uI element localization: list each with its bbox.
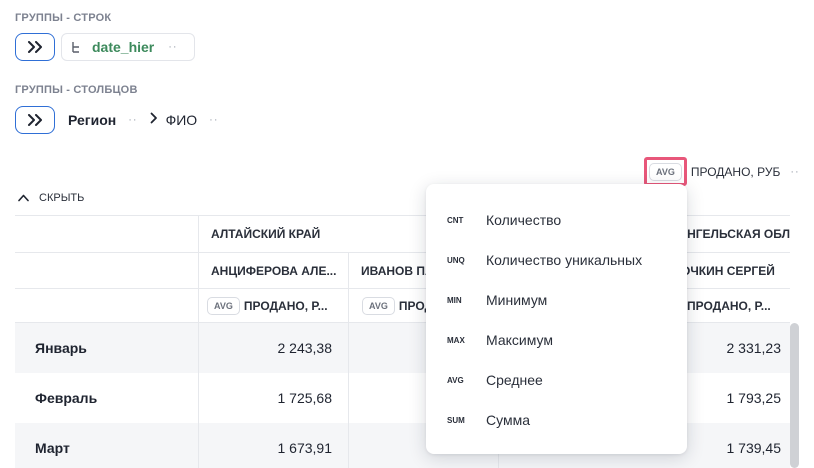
measure-header-3: ПРОДАНО, Р...	[675, 289, 790, 322]
drag-handle-icon[interactable]: ··	[209, 114, 218, 126]
hide-toggle[interactable]: СКРЫТЬ	[18, 192, 84, 204]
agg-badge-highlight[interactable]: AVG	[644, 157, 687, 186]
agg-badge[interactable]: AVG	[649, 163, 682, 181]
row-group-chip[interactable]: date_hier ··	[61, 33, 195, 61]
agg-menu-item-unq[interactable]: UNQ Количество уникальных	[426, 240, 687, 280]
cell-value: 2 243,38	[277, 340, 333, 356]
cell-value: 1 673,91	[277, 440, 333, 456]
agg-label: Количество	[486, 212, 562, 228]
agg-label: Среднее	[486, 372, 543, 388]
measure-header-label: ПРОДАНО, Р...	[687, 298, 771, 313]
double-chevron-right-icon	[28, 114, 42, 126]
column-level-region[interactable]: Регион	[68, 112, 116, 128]
agg-badge[interactable]: AVG	[207, 296, 240, 315]
chevron-up-icon	[18, 194, 29, 202]
cell-value: 1 725,68	[277, 390, 333, 406]
cell-value: 1 739,45	[726, 440, 782, 456]
column-group-levels: Регион ·· ФИО ··	[68, 109, 231, 131]
row-label[interactable]: Январь	[35, 323, 87, 373]
measure-header-1: AVG ПРОДАНО, Р...	[198, 289, 348, 322]
hierarchy-icon	[72, 42, 79, 53]
agg-label: Минимум	[486, 292, 548, 308]
region-header-next[interactable]: АНГЕЛЬСКАЯ ОБЛ	[675, 215, 790, 252]
column-groups-expand-button[interactable]	[15, 106, 55, 134]
agg-menu-item-max[interactable]: MAX Максимум	[426, 320, 687, 360]
vertical-scrollbar[interactable]	[790, 323, 799, 468]
column-groups-label: ГРУППЫ - СТОЛБЦОВ	[15, 84, 138, 96]
person-header-1[interactable]: АНЦИФЕРОВА АЛЕ...	[198, 253, 348, 288]
agg-code: CNT	[447, 215, 464, 225]
drag-handle-icon[interactable]: ··	[168, 41, 177, 53]
drag-handle-icon[interactable]: ··	[128, 114, 137, 126]
person-header-3[interactable]: ОЧКИН СЕРГЕЙ	[675, 253, 790, 288]
cell-value: 2 331,23	[726, 340, 782, 356]
column-divider	[198, 323, 199, 468]
agg-code: SUM	[447, 415, 465, 425]
cell-value: 1 793,25	[726, 390, 782, 406]
drag-handle-icon[interactable]: ··	[790, 166, 799, 178]
agg-code: MIN	[447, 295, 462, 305]
agg-menu-item-avg[interactable]: AVG Среднее	[426, 360, 687, 400]
chevron-right-icon	[150, 111, 166, 129]
row-label[interactable]: Февраль	[35, 373, 97, 423]
measure-header-label: ПРОДАНО, Р...	[243, 298, 328, 313]
aggregation-menu: CNT Количество UNQ Количество уникальных…	[426, 184, 687, 454]
column-level-fio[interactable]: ФИО	[166, 112, 198, 128]
measure-header: AVG ПРОДАНО, РУБ ··	[644, 157, 800, 186]
agg-code: AVG	[447, 375, 464, 385]
double-chevron-right-icon	[28, 41, 42, 53]
agg-menu-item-sum[interactable]: SUM Сумма	[426, 400, 687, 440]
measure-name: ПРОДАНО, РУБ	[690, 164, 781, 179]
agg-label: Сумма	[486, 412, 530, 428]
agg-menu-item-cnt[interactable]: CNT Количество	[426, 200, 687, 240]
row-groups-expand-button[interactable]	[15, 33, 55, 61]
row-group-chip-label: date_hier	[92, 39, 155, 55]
agg-code: UNQ	[447, 255, 465, 265]
row-groups-label: ГРУППЫ - СТРОК	[15, 12, 112, 24]
agg-label: Максимум	[486, 332, 553, 348]
agg-badge[interactable]: AVG	[362, 296, 395, 315]
agg-code: MAX	[447, 335, 465, 345]
row-label[interactable]: Март	[35, 423, 70, 468]
column-divider	[348, 323, 349, 468]
agg-label: Количество уникальных	[486, 252, 643, 268]
agg-menu-item-min[interactable]: MIN Минимум	[426, 280, 687, 320]
hide-toggle-label: СКРЫТЬ	[39, 192, 85, 204]
